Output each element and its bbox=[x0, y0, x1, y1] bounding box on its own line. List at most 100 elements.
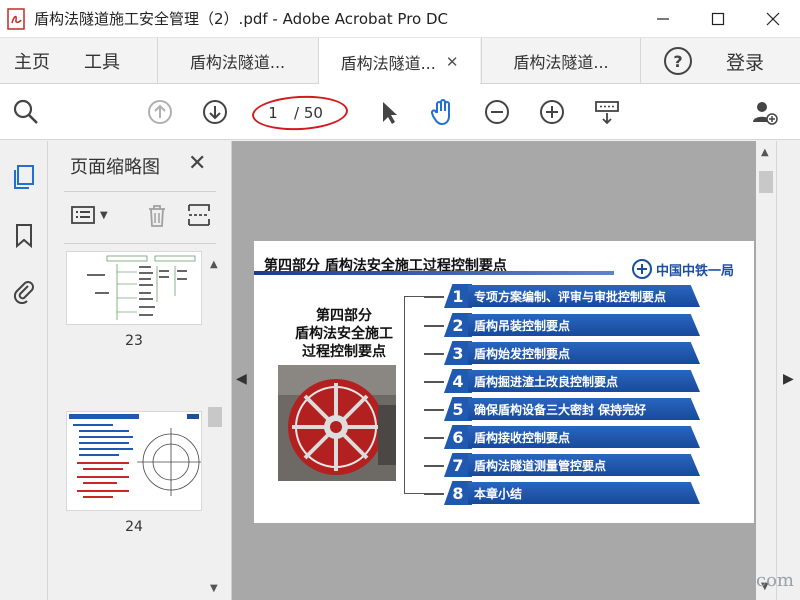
thumbnail-diagram-image bbox=[87, 255, 196, 320]
section-title-line: 过程控制要点 bbox=[302, 344, 386, 360]
hand-icon bbox=[430, 99, 450, 126]
crcc-logo-icon bbox=[632, 259, 652, 279]
plus-circle-icon bbox=[540, 100, 564, 124]
share-user-button[interactable] bbox=[749, 96, 781, 128]
thumbnail-scrollbar[interactable]: ▲ ▼ bbox=[206, 253, 224, 600]
paperclip-icon bbox=[13, 281, 34, 304]
previous-page-button[interactable] bbox=[144, 96, 176, 128]
connector-line bbox=[424, 353, 444, 355]
zoom-in-button[interactable] bbox=[536, 96, 568, 128]
zoom-out-button[interactable] bbox=[481, 96, 513, 128]
minimize-button[interactable] bbox=[635, 0, 690, 38]
close-panel-icon[interactable]: ✕ bbox=[188, 151, 206, 176]
item-number: 1 bbox=[444, 284, 472, 308]
document-tab-2[interactable]: 盾构法隧道... ✕ bbox=[318, 38, 480, 85]
item-label: 盾构接收控制要点 bbox=[468, 426, 700, 448]
hand-tool-button[interactable] bbox=[426, 96, 458, 128]
title-bar: 盾构法隧道施工安全管理（2）.pdf - Adobe Acrobat Pro D… bbox=[0, 0, 800, 38]
arrow-down-circle-icon bbox=[203, 100, 227, 124]
help-button[interactable]: ? bbox=[664, 47, 692, 75]
minimize-icon bbox=[656, 18, 669, 20]
item-label: 本章小结 bbox=[468, 482, 700, 504]
section-title: 第四部分 盾构法安全施工 过程控制要点 bbox=[274, 307, 414, 361]
item-label: 专项方案编制、评审与审批控制要点 bbox=[468, 285, 700, 307]
document-scrollbar[interactable]: ▲ ▼ bbox=[756, 141, 776, 600]
bookmark-icon bbox=[16, 224, 32, 248]
window-title: 盾构法隧道施工安全管理（2）.pdf - Adobe Acrobat Pro D… bbox=[34, 10, 449, 28]
right-pane-strip: ▶ bbox=[776, 141, 800, 600]
document-viewport: ◀ 第四部分 盾构法安全施工过程控制要点 中国中铁一局 第四部分 盾构法安全施工… bbox=[232, 141, 800, 600]
add-user-icon bbox=[753, 102, 778, 125]
connector-line bbox=[424, 325, 444, 327]
insert-page-button[interactable] bbox=[186, 201, 212, 229]
trash-icon bbox=[149, 205, 165, 227]
item-number: 7 bbox=[444, 453, 472, 477]
scroll-mode-button[interactable] bbox=[591, 96, 623, 128]
item-label: 确保盾构设备三大密封 保持完好 bbox=[468, 398, 700, 420]
item-label: 盾构吊装控制要点 bbox=[468, 314, 700, 336]
item-label: 盾构始发控制要点 bbox=[468, 342, 700, 364]
left-rail bbox=[0, 141, 48, 600]
connector-line bbox=[424, 437, 444, 439]
keyboard-scroll-icon bbox=[595, 101, 619, 125]
scrollbar-thumb[interactable] bbox=[208, 407, 222, 427]
tab-close-icon[interactable]: ✕ bbox=[446, 53, 459, 71]
scroll-up-icon[interactable]: ▲ bbox=[210, 259, 218, 270]
delete-page-button[interactable] bbox=[144, 201, 170, 229]
attachments-button[interactable] bbox=[10, 277, 38, 305]
tab-home[interactable]: 主页 bbox=[14, 38, 50, 84]
panel-divider bbox=[64, 191, 216, 192]
item-label: 盾构法隧道测量管控要点 bbox=[468, 454, 700, 476]
document-tab-label: 盾构法隧道... bbox=[513, 53, 609, 72]
document-tab-1[interactable]: 盾构法隧道... bbox=[157, 38, 317, 84]
company-logo: 中国中铁一局 bbox=[632, 259, 734, 279]
pdf-page: 第四部分 盾构法安全施工过程控制要点 中国中铁一局 第四部分 盾构法安全施工 过… bbox=[254, 241, 754, 523]
connector-line bbox=[424, 409, 444, 411]
section-title-line: 盾构法安全施工 bbox=[295, 326, 393, 342]
collapse-left-panel-icon[interactable]: ◀ bbox=[236, 371, 247, 387]
copy-pages-icon bbox=[14, 165, 34, 189]
page-thumbnail-24[interactable] bbox=[66, 411, 202, 511]
thumbnail-slide-image bbox=[69, 414, 201, 498]
section-title-line: 第四部分 bbox=[316, 308, 372, 324]
page-thumbnails-button[interactable] bbox=[10, 163, 38, 191]
document-tab-3[interactable]: 盾构法隧道... bbox=[481, 38, 641, 84]
connector-line bbox=[424, 381, 444, 383]
next-page-button[interactable] bbox=[199, 96, 231, 128]
thumbnails-panel: 页面缩略图 ✕ ▼ 23 24 ▲ ▼ bbox=[48, 141, 232, 600]
logo-text: 中国中铁一局 bbox=[656, 263, 735, 279]
header-underline bbox=[254, 271, 614, 275]
close-window-button[interactable] bbox=[745, 0, 800, 38]
expand-right-pane-icon[interactable]: ▶ bbox=[783, 371, 794, 387]
page-thumbnail-23[interactable] bbox=[66, 251, 202, 325]
scroll-up-icon[interactable]: ▲ bbox=[761, 147, 769, 158]
chevron-down-icon: ▼ bbox=[100, 209, 108, 221]
scrollbar-thumb[interactable] bbox=[759, 171, 773, 193]
scroll-down-icon[interactable]: ▼ bbox=[210, 583, 218, 594]
zoom-search-button[interactable] bbox=[10, 96, 42, 128]
item-number: 2 bbox=[444, 313, 472, 337]
item-number: 8 bbox=[444, 481, 472, 505]
thumbnail-page-number: 24 bbox=[125, 519, 143, 535]
document-tab-label: 盾构法隧道... bbox=[340, 53, 436, 73]
toolbar: / 50 bbox=[0, 84, 800, 140]
login-button[interactable]: 登录 bbox=[726, 38, 764, 84]
arrow-up-circle-icon bbox=[148, 100, 172, 124]
acrobat-app-icon bbox=[6, 7, 28, 30]
maximize-button[interactable] bbox=[690, 0, 745, 38]
close-icon bbox=[766, 12, 779, 26]
connector-line bbox=[424, 296, 444, 298]
item-number: 3 bbox=[444, 341, 472, 365]
connector-line bbox=[424, 493, 444, 495]
item-number: 6 bbox=[444, 425, 472, 449]
thumbnail-options-button[interactable]: ▼ bbox=[70, 201, 108, 229]
cursor-arrow-icon bbox=[383, 102, 397, 124]
connector-line bbox=[424, 465, 444, 467]
bookmarks-button[interactable] bbox=[10, 221, 38, 249]
thumbnail-page-number: 23 bbox=[125, 333, 143, 349]
document-tab-label: 盾构法隧道... bbox=[189, 53, 286, 72]
panel-title: 页面缩略图 bbox=[70, 157, 160, 178]
tbm-cutterhead-photo bbox=[278, 365, 396, 481]
tab-tools[interactable]: 工具 bbox=[84, 38, 120, 84]
select-tool-button[interactable] bbox=[373, 96, 405, 128]
